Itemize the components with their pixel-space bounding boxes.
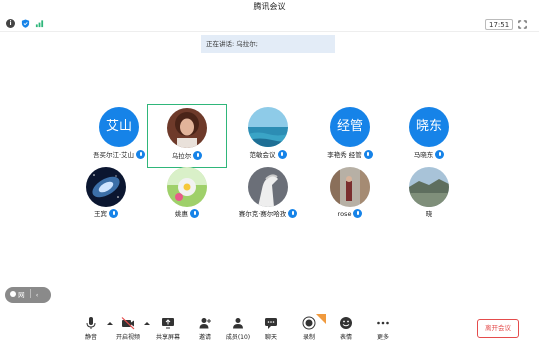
- microphone-icon: [193, 151, 203, 160]
- participant-tile-active[interactable]: 乌拉尔: [147, 104, 227, 168]
- avatar: [167, 167, 207, 207]
- status-bar: i 17:51: [0, 16, 539, 32]
- corner-badge-icon: [316, 314, 326, 324]
- members-label: 成员(10): [225, 334, 251, 341]
- participant-name: 范敏会议: [249, 151, 276, 159]
- avatar: [409, 167, 449, 207]
- more-icon: [377, 321, 389, 325]
- microphone-icon: [353, 209, 363, 218]
- participant-name: 姚惠: [175, 210, 188, 218]
- reactions-button[interactable]: 表情: [330, 316, 362, 343]
- more-label: 更多: [376, 334, 389, 341]
- participant-tile[interactable]: 范敏会议: [228, 104, 308, 168]
- participant-tile[interactable]: 经管 李艳秀 经管: [310, 104, 390, 168]
- members-icon: [233, 318, 243, 329]
- microphone-icon: [109, 209, 118, 218]
- shield-icon[interactable]: [21, 19, 30, 28]
- record-icon: [302, 316, 316, 330]
- signal-icon[interactable]: [35, 19, 44, 28]
- clock: 17:51: [485, 19, 514, 30]
- avatar: 经管: [330, 107, 370, 147]
- chat-button[interactable]: 聊天: [255, 316, 287, 343]
- window-title: 腾讯会议: [253, 2, 286, 11]
- microphone-icon: [86, 317, 96, 329]
- emoji-icon: [340, 317, 352, 329]
- more-button[interactable]: 更多: [367, 316, 399, 343]
- microphone-icon: [435, 150, 445, 159]
- participant-name: 乌拉尔: [171, 152, 192, 160]
- share-screen-button[interactable]: 共享屏幕: [152, 316, 184, 343]
- fullscreen-icon[interactable]: [518, 20, 527, 29]
- network-icon: [10, 291, 16, 297]
- invite-label: 邀请: [198, 334, 211, 341]
- meeting-toolbar: 静音 开启视频 共享屏幕 邀请 成员(10) 聊天 录制 表情 更多: [0, 312, 539, 350]
- microphone-icon: [136, 150, 146, 159]
- start-video-button[interactable]: 开启视频: [112, 316, 144, 343]
- microphone-icon: [363, 150, 373, 159]
- avatar: 艾山: [99, 107, 139, 147]
- start-video-label: 开启视频: [115, 334, 140, 341]
- participant-name: 王宾: [94, 210, 107, 218]
- add-user-icon: [199, 318, 211, 329]
- network-quality-pill[interactable]: 网 ‹: [5, 287, 51, 303]
- share-screen-label: 共享屏幕: [155, 334, 180, 341]
- participant-tile[interactable]: rose: [310, 165, 390, 229]
- avatar: [248, 167, 288, 207]
- participant-tile[interactable]: 晓: [389, 165, 469, 229]
- record-label: 录制: [302, 334, 315, 341]
- chevron-left-icon[interactable]: ‹: [36, 291, 39, 299]
- participant-tile[interactable]: 王宾: [66, 165, 146, 229]
- video-options-caret[interactable]: [144, 322, 150, 325]
- share-screen-icon: [162, 318, 174, 329]
- speaking-indicator: 正在讲话: 乌拉尔;: [201, 35, 335, 53]
- participant-name: 马晓东: [413, 151, 434, 159]
- participant-name: 吾买尔江·艾山: [92, 151, 135, 159]
- participant-name: 晓: [425, 210, 433, 218]
- network-label: 网: [18, 291, 25, 299]
- chat-icon: [265, 318, 277, 329]
- reactions-label: 表情: [339, 334, 352, 341]
- invite-button[interactable]: 邀请: [189, 316, 221, 343]
- mute-label: 静音: [84, 334, 97, 341]
- chat-label: 聊天: [264, 334, 277, 341]
- participant-name: 李艳秀 经管: [327, 151, 362, 159]
- avatar: 晓东: [409, 107, 449, 147]
- avatar: [86, 167, 126, 207]
- leave-meeting-button[interactable]: 离开会议: [477, 319, 519, 338]
- participant-tile[interactable]: 姚惠: [147, 165, 227, 229]
- microphone-icon: [190, 209, 199, 218]
- microphone-icon: [288, 209, 298, 218]
- info-icon[interactable]: i: [6, 19, 15, 28]
- participant-name: rose: [337, 210, 352, 218]
- participant-tile[interactable]: 赛尔克·赛尔哈孜: [228, 165, 308, 229]
- microphone-icon: [277, 150, 287, 159]
- mute-button[interactable]: 静音: [75, 316, 107, 343]
- avatar: [167, 108, 207, 148]
- participant-tile[interactable]: 晓东 马晓东: [389, 104, 469, 168]
- avatar: [248, 107, 288, 147]
- divider: [29, 289, 31, 298]
- avatar: [330, 167, 370, 207]
- members-button[interactable]: 成员(10): [222, 316, 254, 343]
- participant-name: 赛尔克·赛尔哈孜: [238, 210, 287, 218]
- video-off-icon: [121, 317, 135, 330]
